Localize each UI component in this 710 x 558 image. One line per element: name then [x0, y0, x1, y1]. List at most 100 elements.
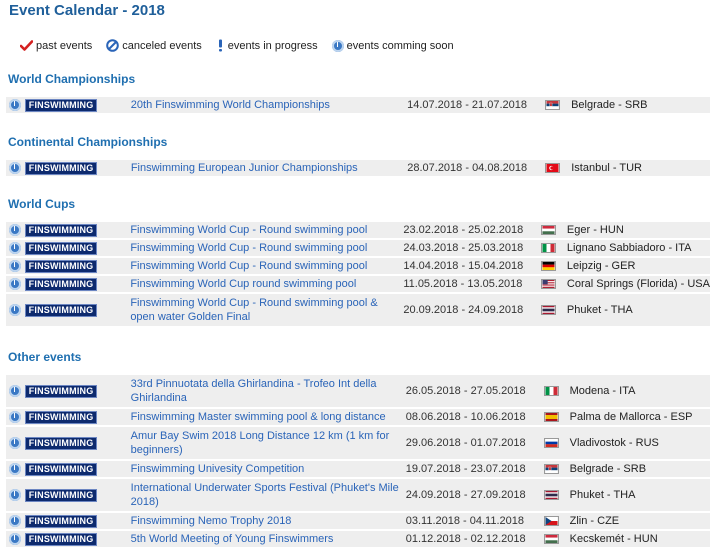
discipline-cell: FINSWIMMING — [24, 294, 126, 326]
event-name-cell: 20th Finswimming World Championships — [125, 97, 404, 113]
clock-icon — [9, 224, 22, 237]
discipline-cell: FINSWIMMING — [24, 276, 126, 292]
discipline-cell: FINSWIMMING — [24, 222, 126, 238]
event-name-cell: Finswimming Univesity Competition — [125, 461, 402, 477]
event-link[interactable]: Finswimming Nemo Trophy 2018 — [131, 515, 292, 527]
flag-cell — [532, 375, 570, 407]
event-link[interactable]: International Underwater Sports Festival… — [131, 482, 399, 508]
event-row: FINSWIMMING Finswimming World Cup round s… — [6, 276, 710, 292]
event-link[interactable]: Finswimming World Cup round swimming poo… — [130, 278, 356, 290]
event-row: FINSWIMMING 33rd Pinnuotata della Ghirlan… — [6, 375, 710, 407]
event-location: Vladivostok - RUS — [569, 427, 710, 459]
event-link[interactable]: Finswimming World Cup - Round swimming p… — [130, 242, 367, 254]
discipline-cell: FINSWIMMING — [24, 160, 126, 176]
event-location: Modena - ITA — [569, 375, 710, 407]
section-title: Continental Championships — [8, 135, 168, 149]
status-cell — [6, 409, 25, 425]
event-name-cell: Finswimming European Junior Championship… — [125, 160, 404, 176]
event-dates: 29.06.2018 - 01.07.2018 — [401, 427, 533, 459]
discipline-badge: FINSWIMMING — [24, 259, 98, 273]
event-dates: 23.02.2018 - 25.02.2018 — [399, 222, 530, 238]
event-row: FINSWIMMING Finswimming World Cup - Round… — [6, 240, 710, 256]
clock-icon — [9, 489, 22, 502]
event-row: FINSWIMMING 5th World Meeting of Young Fi… — [6, 531, 710, 547]
canceled-icon — [106, 39, 120, 52]
status-cell — [6, 97, 25, 113]
event-location: Phuket - THA — [566, 294, 710, 326]
status-cell — [6, 375, 25, 407]
event-dates: 28.07.2018 - 04.08.2018 — [403, 160, 534, 176]
flag-cell — [530, 276, 567, 292]
discipline-cell: FINSWIMMING — [24, 461, 126, 477]
event-location: Lignano Sabbiadoro - ITA — [566, 240, 710, 256]
discipline-cell: FINSWIMMING — [24, 97, 126, 113]
flag-cell — [534, 160, 572, 176]
flag-RUS-icon — [543, 438, 559, 449]
event-link[interactable]: Amur Bay Swim 2018 Long Distance 12 km (… — [131, 430, 390, 456]
event-link[interactable]: Finswimming World Cup - Round swimming p… — [130, 260, 367, 272]
event-row: FINSWIMMING Finswimming World Cup - Round… — [6, 258, 710, 274]
legend-past-label: past events — [36, 39, 93, 52]
event-link[interactable]: 20th Finswimming World Championships — [131, 99, 330, 111]
section-title: World Championships — [8, 72, 136, 86]
flag-cell — [533, 97, 572, 113]
event-link[interactable]: Finswimming Univesity Competition — [131, 463, 305, 475]
discipline-cell: FINSWIMMING — [24, 240, 126, 256]
discipline-badge: FINSWIMMING — [24, 223, 98, 237]
event-link[interactable]: 5th World Meeting of Young Finswimmers — [131, 533, 334, 545]
discipline-badge: FINSWIMMING — [24, 161, 98, 175]
event-row: FINSWIMMING Finswimming Nemo Trophy 2018 0… — [6, 513, 710, 529]
flag-CZE-icon — [543, 516, 559, 527]
status-cell — [6, 160, 25, 176]
clock-icon — [9, 411, 22, 424]
flag-THA-icon — [543, 490, 559, 501]
event-link[interactable]: Finswimming World Cup - Round swimming p… — [130, 224, 367, 236]
section-title: World Cups — [8, 197, 76, 211]
flag-cell — [530, 294, 567, 326]
clock-icon — [9, 162, 22, 175]
status-cell — [6, 427, 25, 459]
event-link[interactable]: 33rd Pinnuotata della Ghirlandina - Trof… — [131, 378, 377, 404]
status-cell — [6, 222, 25, 238]
event-name-cell: 5th World Meeting of Young Finswimmers — [125, 531, 402, 547]
event-dates: 01.12.2018 - 02.12.2018 — [401, 531, 533, 547]
event-row: FINSWIMMING Finswimming Master swimming p… — [6, 409, 710, 425]
discipline-badge: FINSWIMMING — [24, 514, 98, 528]
status-cell — [6, 258, 25, 274]
flag-SRB-icon — [544, 100, 560, 111]
event-dates: 11.05.2018 - 13.05.2018 — [399, 276, 530, 292]
event-row: FINSWIMMING International Underwater Spor… — [6, 479, 710, 511]
events-table: FINSWIMMING Finswimming World Cup - Round… — [6, 220, 710, 328]
discipline-badge: FINSWIMMING — [24, 436, 98, 450]
event-location: Leipzig - GER — [566, 258, 710, 274]
event-link[interactable]: Finswimming Master swimming pool & long … — [131, 411, 386, 423]
discipline-cell: FINSWIMMING — [24, 427, 126, 459]
flag-HUN-icon — [543, 534, 559, 545]
event-row: FINSWIMMING Finswimming Univesity Competi… — [6, 461, 710, 477]
event-row: FINSWIMMING Finswimming World Cup - Round… — [6, 222, 710, 238]
clock-icon — [9, 304, 22, 317]
discipline-badge: FINSWIMMING — [24, 277, 98, 291]
event-row: FINSWIMMING Finswimming European Junior C… — [6, 160, 710, 176]
discipline-cell: FINSWIMMING — [24, 258, 126, 274]
discipline-badge: FINSWIMMING — [24, 410, 98, 424]
event-dates: 24.09.2018 - 27.09.2018 — [401, 479, 533, 511]
legend-soon-label: events comming soon — [346, 39, 454, 52]
flag-cell — [532, 409, 570, 425]
status-cell — [6, 461, 25, 477]
clock-icon — [9, 260, 22, 273]
event-row: FINSWIMMING Amur Bay Swim 2018 Long Dista… — [6, 427, 710, 459]
flag-ESP-icon — [543, 412, 559, 423]
event-location: Belgrade - SRB — [569, 461, 710, 477]
events-table: FINSWIMMING Finswimming European Junior C… — [6, 158, 710, 178]
flag-cell — [530, 258, 567, 274]
clock-icon — [331, 39, 344, 52]
event-link[interactable]: Finswimming European Junior Championship… — [131, 162, 358, 174]
event-link[interactable]: Finswimming World Cup - Round swimming p… — [130, 297, 377, 323]
flag-cell — [530, 240, 567, 256]
discipline-badge: FINSWIMMING — [24, 488, 98, 502]
event-row: FINSWIMMING 20th Finswimming World Champi… — [6, 97, 710, 113]
flag-cell — [532, 531, 570, 547]
event-name-cell: Finswimming World Cup round swimming poo… — [125, 276, 400, 292]
event-location: Zlin - CZE — [569, 513, 710, 529]
